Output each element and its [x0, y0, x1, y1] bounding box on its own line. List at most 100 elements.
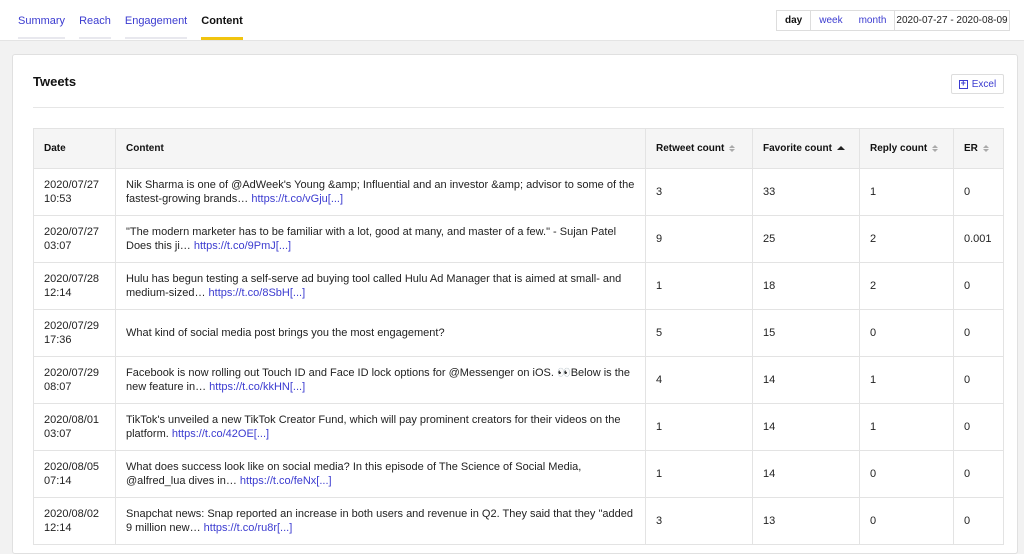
tab-underline	[124, 37, 188, 39]
er-cell: 0	[953, 403, 1004, 451]
table-row: 2020/08/05 07:14 What does success look l…	[33, 450, 1004, 498]
tweet-text: What does success look like on social me…	[126, 461, 582, 487]
column-header-retweet-count[interactable]: Retweet count	[645, 128, 753, 169]
retweet-count-cell: 1	[645, 262, 753, 310]
tweet-text: Snapchat news: Snap reported an increase…	[126, 508, 633, 534]
date-cell[interactable]: 2020/08/01 03:07	[33, 403, 116, 451]
time-text: 12:14	[44, 522, 72, 534]
tab-underline	[79, 37, 111, 39]
table-header-row: Date Content Retweet count Favorite coun…	[33, 128, 1004, 169]
date-cell[interactable]: 2020/07/28 12:14	[33, 262, 116, 310]
sort-icon	[932, 144, 939, 152]
header-label: Favorite count	[763, 143, 832, 154]
date-text: 2020/07/29	[44, 320, 100, 332]
er-cell: 0	[953, 168, 1004, 216]
tweet-link[interactable]: https://t.co/42OE[...]	[172, 428, 269, 440]
time-text: 03:07	[44, 240, 72, 252]
tweet-link[interactable]: https://t.co/9PmJ[...]	[194, 240, 291, 252]
retweet-count-cell: 5	[645, 309, 753, 357]
time-text: 17:36	[44, 334, 72, 346]
column-header-favorite-count[interactable]: Favorite count	[752, 128, 860, 169]
tab-content[interactable]: Content	[201, 0, 243, 41]
favorite-count-cell: 14	[752, 356, 860, 404]
date-text: 2020/07/29	[44, 367, 100, 379]
granularity-toggle: day week month	[776, 10, 896, 31]
date-cell[interactable]: 2020/08/05 07:14	[33, 450, 116, 498]
tab-reach[interactable]: Reach	[79, 0, 111, 41]
granularity-month-button[interactable]: month	[851, 11, 895, 30]
tweet-link[interactable]: https://t.co/vGju[...]	[251, 193, 343, 205]
reply-count-cell: 1	[859, 403, 954, 451]
tweet-link[interactable]: https://t.co/ru8r[...]	[204, 522, 293, 534]
tab-engagement[interactable]: Engagement	[124, 0, 188, 41]
tab-summary[interactable]: Summary	[18, 0, 66, 41]
export-icon	[958, 78, 968, 89]
reply-count-cell: 1	[859, 168, 954, 216]
date-text: 2020/08/05	[44, 461, 100, 473]
content-cell: TikTok's unveiled a new TikTok Creator F…	[115, 403, 646, 451]
content-cell: Facebook is now rolling out Touch ID and…	[115, 356, 646, 404]
time-text: 10:53	[44, 193, 72, 205]
header-label: Reply count	[870, 143, 928, 154]
content-cell: Snapchat news: Snap reported an increase…	[115, 497, 646, 545]
favorite-count-cell: 13	[752, 497, 860, 545]
column-header-reply-count[interactable]: Reply count	[859, 128, 954, 169]
excel-export-button[interactable]: Excel	[951, 74, 1004, 94]
column-header-content: Content	[115, 128, 646, 169]
table-row: 2020/07/29 17:36 What kind of social medi…	[33, 309, 1004, 357]
column-header-date: Date	[33, 128, 116, 169]
er-cell: 0	[953, 497, 1004, 545]
table-row: 2020/07/29 08:07 Facebook is now rolling …	[33, 356, 1004, 404]
content-cell: "The modern marketer has to be familiar …	[115, 215, 646, 263]
favorite-count-cell: 14	[752, 450, 860, 498]
date-text: 2020/07/27	[44, 226, 100, 238]
retweet-count-cell: 9	[645, 215, 753, 263]
column-header-er[interactable]: ER	[953, 128, 1004, 169]
date-range-picker[interactable]: 2020-07-27 - 2020-08-09	[894, 10, 1010, 31]
favorite-count-cell: 14	[752, 403, 860, 451]
header-label: Date	[44, 143, 66, 154]
reply-count-cell: 0	[859, 497, 954, 545]
table-row: 2020/08/02 12:14 Snapchat news: Snap repo…	[33, 497, 1004, 545]
header-label: Retweet count	[656, 143, 725, 154]
divider	[33, 107, 1004, 108]
tab-label: Content	[201, 15, 243, 27]
er-cell: 0	[953, 356, 1004, 404]
header-label: Content	[126, 143, 164, 154]
tab-label: Summary	[18, 15, 66, 27]
tab-label: Reach	[79, 15, 111, 27]
er-cell: 0	[953, 309, 1004, 357]
tweet-link[interactable]: https://t.co/8SbH[...]	[209, 287, 306, 299]
top-bar: Summary Reach Engagement Content day wee…	[0, 0, 1024, 41]
sort-ascending-icon	[836, 145, 845, 151]
date-cell[interactable]: 2020/08/02 12:14	[33, 497, 116, 545]
tweet-link[interactable]: https://t.co/feNx[...]	[240, 475, 332, 487]
granularity-week-button[interactable]: week	[811, 11, 850, 30]
date-text: 2020/07/27	[44, 179, 100, 191]
granularity-day-button[interactable]: day	[777, 11, 812, 30]
tweet-link[interactable]: https://t.co/kkHN[...]	[209, 381, 305, 393]
tweet-text: Facebook is now rolling out Touch ID and…	[126, 367, 631, 393]
favorite-count-cell: 25	[752, 215, 860, 263]
content-cell: What kind of social media post brings yo…	[115, 309, 646, 357]
content-cell: Nik Sharma is one of @AdWeek's Young &am…	[115, 168, 646, 216]
retweet-count-cell: 3	[645, 168, 753, 216]
table-row: 2020/08/01 03:07 TikTok's unveiled a new …	[33, 403, 1004, 451]
tweet-text: Nik Sharma is one of @AdWeek's Young &am…	[126, 179, 635, 205]
header-label: ER	[964, 143, 978, 154]
tweet-text: Hulu has begun testing a self-serve ad b…	[126, 273, 622, 299]
tab-label: Engagement	[124, 15, 188, 27]
tweet-text: What kind of social media post brings yo…	[126, 327, 445, 339]
date-cell[interactable]: 2020/07/29 08:07	[33, 356, 116, 404]
retweet-count-cell: 1	[645, 403, 753, 451]
er-cell: 0.001	[953, 215, 1004, 263]
reply-count-cell: 0	[859, 309, 954, 357]
date-cell[interactable]: 2020/07/27 03:07	[33, 215, 116, 263]
er-cell: 0	[953, 450, 1004, 498]
tweets-card: Tweets Excel Date Content Retweet count …	[12, 54, 1018, 554]
date-cell[interactable]: 2020/07/29 17:36	[33, 309, 116, 357]
time-text: 03:07	[44, 428, 72, 440]
time-text: 12:14	[44, 287, 72, 299]
tab-underline	[18, 37, 66, 39]
date-cell[interactable]: 2020/07/27 10:53	[33, 168, 116, 216]
